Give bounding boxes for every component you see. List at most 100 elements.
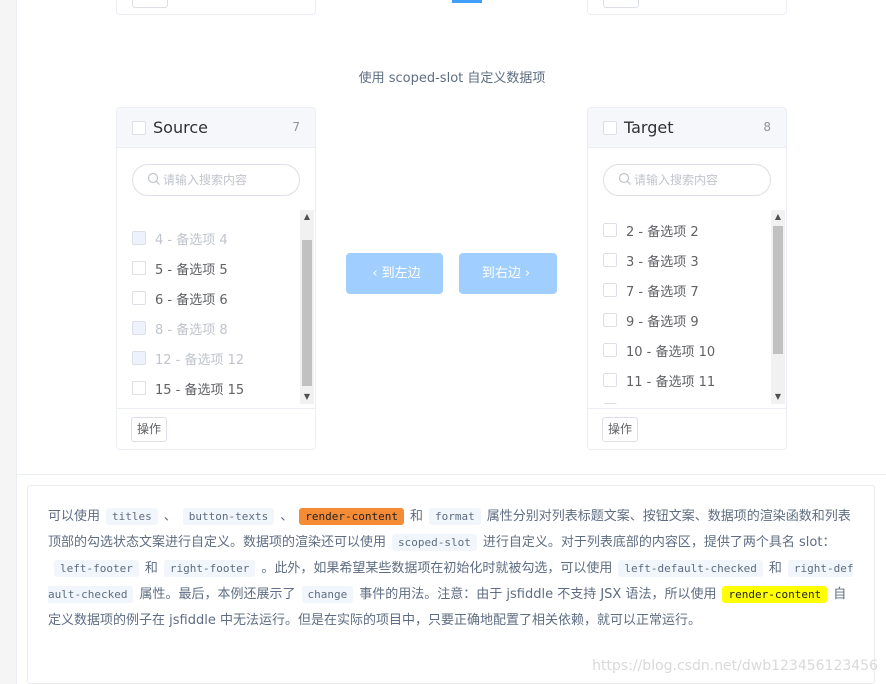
list-item-checkbox[interactable] <box>603 253 617 267</box>
source-panel: Source 7 4 - 备选项 4 5 - 备选项 5 6 - 备选项 6 8 - … <box>116 107 316 450</box>
list-item[interactable]: 5 - 备选项 5 <box>132 253 302 283</box>
target-select-all-checkbox[interactable] <box>603 121 617 135</box>
list-item-label: 5 - 备选项 5 <box>155 263 228 278</box>
list-item-label: 9 - 备选项 9 <box>626 315 699 330</box>
list-item-checkbox <box>132 321 146 335</box>
chevron-left-icon: ‹ <box>372 266 378 281</box>
list-item[interactable]: 9 - 备选项 9 <box>603 305 773 335</box>
target-panel: Target 8 2 - 备选项 2 3 - 备选项 3 7 - 备选项 7 9 - … <box>587 107 787 450</box>
list-item-checkbox[interactable] <box>603 283 617 297</box>
list-item-checkbox[interactable] <box>132 261 146 275</box>
description-fragment: 和 <box>410 509 424 524</box>
description-fragment: 和 <box>144 561 158 576</box>
list-item-label: 7 - 备选项 7 <box>626 285 699 300</box>
target-filter[interactable] <box>603 164 771 196</box>
list-item-label: 6 - 备选项 6 <box>155 293 228 308</box>
list-item-label: 3 - 备选项 3 <box>626 255 699 270</box>
to-right-button[interactable]: 到右边 › <box>459 253 557 294</box>
target-scrollbar[interactable]: ▲ ▼ <box>771 210 785 404</box>
watermark: https://blog.csdn.net/dwb123456123456 <box>592 658 878 674</box>
demo-caption: 使用 scoped-slot 自定义数据项 <box>358 71 546 86</box>
search-icon <box>147 172 160 185</box>
list-item[interactable]: 2 - 备选项 2 <box>603 215 773 245</box>
source-scrollbar[interactable]: ▲ ▼ <box>300 210 314 404</box>
inline-code: left-default-checked <box>618 560 763 577</box>
source-search-input[interactable] <box>163 165 297 195</box>
to-left-button[interactable]: ‹ 到左边 <box>346 253 443 294</box>
demo-block: 使用 scoped-slot 自定义数据项 Source 7 4 - 备选项 4… <box>17 0 886 475</box>
inline-code: change <box>301 586 354 603</box>
scroll-up-arrow-icon[interactable]: ▲ <box>300 210 314 224</box>
target-item-count: 8 <box>763 120 771 134</box>
list-item-checkbox[interactable] <box>603 223 617 237</box>
list-item-checkbox[interactable] <box>132 291 146 305</box>
list-item-checkbox[interactable] <box>603 343 617 357</box>
inline-code: button-texts <box>182 508 275 525</box>
list-item-label: 2 - 备选项 2 <box>626 225 699 240</box>
list-item[interactable]: 6 - 备选项 6 <box>132 283 302 313</box>
list-item-checkbox[interactable] <box>603 373 617 387</box>
list-item[interactable]: 11 - 备选项 11 <box>603 365 773 395</box>
description-fragment: 、 <box>163 509 177 524</box>
target-search-input[interactable] <box>634 165 768 195</box>
list-item-checkbox[interactable] <box>603 313 617 327</box>
source-scroll-thumb[interactable] <box>302 240 312 386</box>
description-fragment: 、 <box>280 509 294 524</box>
description-block: 可以使用 titles、 button-texts、 render-content 和 f… <box>27 485 875 684</box>
inline-code: scoped-slot <box>392 534 477 551</box>
scroll-up-arrow-icon[interactable]: ▲ <box>771 210 785 224</box>
list-item: 8 - 备选项 8 <box>132 313 302 343</box>
scroll-down-arrow-icon[interactable]: ▼ <box>771 390 785 404</box>
list-item-label: 12 - 备选项 12 <box>155 353 245 368</box>
previous-target-panel-remnant <box>587 0 787 15</box>
list-item-checkbox <box>132 231 146 245</box>
list-item-label: 8 - 备选项 8 <box>155 323 228 338</box>
description-fragment: 事件的用法。注意：由于 jsfiddle 不支持 JSX 语法，所以使用 <box>359 587 717 602</box>
source-list: 4 - 备选项 4 5 - 备选项 5 6 - 备选项 6 8 - 备选项 8 12 -… <box>117 210 315 406</box>
source-panel-footer: 操作 <box>117 408 315 449</box>
scroll-down-arrow-icon[interactable]: ▼ <box>300 390 314 404</box>
inline-code: titles <box>106 508 158 525</box>
previous-active-indicator <box>452 0 482 3</box>
target-scroll-thumb[interactable] <box>773 226 783 354</box>
target-list: 2 - 备选项 2 3 - 备选项 3 7 - 备选项 7 9 - 备选项 9 10 -… <box>588 210 786 404</box>
description-fragment: 可以使用 <box>48 509 101 524</box>
list-item-label: 11 - 备选项 11 <box>626 375 716 390</box>
description-fragment: 和 <box>768 561 782 576</box>
inline-code: left-footer <box>54 560 139 577</box>
source-filter[interactable] <box>132 164 300 196</box>
list-item-checkbox <box>132 351 146 365</box>
list-item: 12 - 备选项 12 <box>132 343 302 373</box>
list-item-label: 4 - 备选项 4 <box>155 233 228 248</box>
description-fragment: 。此外，如果希望某些数据项在初始化时就被勾选，可以使用 <box>261 561 613 576</box>
inline-code: right-footer <box>163 560 256 577</box>
target-panel-footer: 操作 <box>588 408 786 449</box>
list-item: 4 - 备选项 4 <box>132 223 302 253</box>
list-item-label: 10 - 备选项 10 <box>626 345 716 360</box>
target-panel-title: Target <box>624 118 674 137</box>
description-fragment: 属性。最后，本例还展示了 <box>139 587 296 602</box>
description-text: 可以使用 titles、 button-texts、 render-content 和 f… <box>48 504 854 634</box>
target-footer-button[interactable]: 操作 <box>602 417 638 442</box>
list-item[interactable]: 15 - 备选项 15 <box>132 373 302 403</box>
inline-code: render-content <box>722 586 828 603</box>
list-item[interactable]: 13 - 备选项 13 <box>603 395 773 404</box>
source-select-all-checkbox[interactable] <box>132 121 146 135</box>
source-panel-title: Source <box>153 118 208 137</box>
list-item[interactable]: 7 - 备选项 7 <box>603 275 773 305</box>
source-footer-button[interactable]: 操作 <box>131 417 167 442</box>
list-item[interactable]: 3 - 备选项 3 <box>603 245 773 275</box>
previous-source-panel-remnant <box>116 0 316 15</box>
list-item-checkbox[interactable] <box>132 381 146 395</box>
to-right-label: 到右边 <box>481 266 521 281</box>
list-item-checkbox[interactable] <box>603 403 617 404</box>
source-panel-header: Source 7 <box>117 108 315 148</box>
to-left-label: 到左边 <box>381 266 421 281</box>
inline-code: format <box>429 508 481 525</box>
source-item-count: 7 <box>292 120 300 134</box>
list-item-label: 13 - 备选项 13 <box>626 401 715 404</box>
search-icon <box>618 172 631 185</box>
previous-footer-button-remnant <box>603 0 639 8</box>
list-item-label: 15 - 备选项 15 <box>155 383 245 398</box>
list-item[interactable]: 10 - 备选项 10 <box>603 335 773 365</box>
